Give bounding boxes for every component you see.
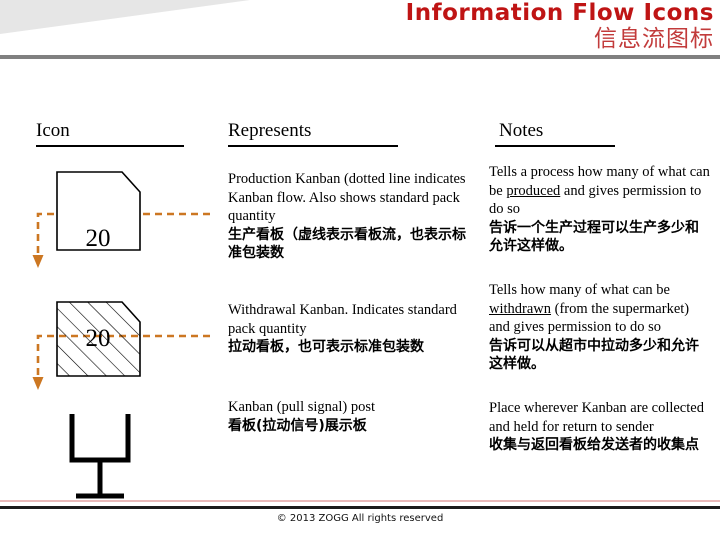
table-row: 20 bbox=[10, 280, 220, 400]
notes-text-en-emphasis: produced bbox=[506, 182, 561, 199]
notes-text-en-pre: Place wherever Kanban are collected and … bbox=[489, 400, 704, 435]
footer-copyright: © 2013 ZOGG All rights reserved bbox=[276, 513, 444, 524]
represents-text-zh: 生产看板（虚线表示看板流，也表示标准包装数 bbox=[228, 226, 466, 262]
kanban-flow-arrowhead bbox=[32, 255, 44, 268]
represents-text-zh: 看板(拉动信号)展示板 bbox=[228, 417, 367, 434]
icon-reference-table: Icon Represents Notes 20 Production Kanb… bbox=[0, 58, 720, 499]
represents-cell: Kanban (pull signal) post 看板(拉动信号)展示板 bbox=[228, 398, 470, 435]
table-row: 20 bbox=[10, 158, 220, 278]
notes-cell: Tells how many of what can be withdrawn … bbox=[489, 281, 711, 374]
notes-text-zh: 告诉可以从超市中拉动多少和允许这样做。 bbox=[489, 337, 699, 373]
notes-cell: Place wherever Kanban are collected and … bbox=[489, 399, 711, 455]
footer-divider-black bbox=[0, 506, 720, 509]
column-header-icon-underline bbox=[36, 145, 184, 147]
kanban-post-holder bbox=[69, 414, 131, 463]
decorative-corner-wedge bbox=[0, 0, 250, 34]
represents-cell: Production Kanban (dotted line indicates… bbox=[228, 170, 470, 263]
notes-text-en: Tells a process how many of what can be … bbox=[489, 163, 711, 219]
represents-text-en: Kanban (pull signal) post bbox=[228, 399, 375, 415]
represents-text-en: Withdrawal Kanban. Indicates standard pa… bbox=[228, 302, 457, 337]
notes-text-zh: 告诉一个生产过程可以生产多少和允许这样做。 bbox=[489, 219, 699, 255]
notes-text-en: Place wherever Kanban are collected and … bbox=[489, 399, 711, 436]
page-title: Information Flow Icons 信息流图标 bbox=[406, 0, 714, 51]
notes-cell: Tells a process how many of what can be … bbox=[489, 163, 711, 256]
column-header-represents: Represents bbox=[228, 120, 311, 142]
represents-cell: Withdrawal Kanban. Indicates standard pa… bbox=[228, 301, 470, 357]
notes-text-en: Tells how many of what can be withdrawn … bbox=[489, 281, 711, 337]
column-header-icon: Icon bbox=[36, 120, 70, 142]
kanban-quantity-label: 20 bbox=[86, 325, 111, 352]
footer-divider-pink bbox=[0, 500, 720, 502]
withdrawal-kanban-card-icon: 20 bbox=[32, 301, 210, 390]
column-header-notes: Notes bbox=[499, 120, 543, 142]
notes-text-en-pre: Tells how many of what can be bbox=[489, 282, 670, 298]
represents-text-zh: 拉动看板，也可表示标准包装数 bbox=[228, 339, 424, 356]
column-header-represents-label: Represents bbox=[228, 120, 312, 141]
represents-text-en: Production Kanban (dotted line indicates… bbox=[228, 171, 466, 225]
notes-text-en-emphasis: withdrawn bbox=[489, 300, 552, 317]
page-header: Information Flow Icons 信息流图标 bbox=[0, 0, 720, 59]
page-title-english: Information Flow Icons bbox=[405, 0, 714, 26]
kanban-flow-arrowhead bbox=[32, 377, 44, 390]
page-title-chinese: 信息流图标 bbox=[594, 26, 714, 52]
notes-text-zh: 收集与返回看板给发送者的收集点 bbox=[489, 437, 699, 454]
production-kanban-card-icon: 20 bbox=[32, 171, 210, 268]
column-header-notes-label: Notes bbox=[499, 120, 544, 141]
column-header-icon-label: Icon bbox=[36, 120, 70, 141]
column-header-represents-underline bbox=[228, 145, 398, 147]
kanban-quantity-label: 20 bbox=[86, 225, 111, 252]
column-header-notes-underline bbox=[495, 145, 615, 147]
